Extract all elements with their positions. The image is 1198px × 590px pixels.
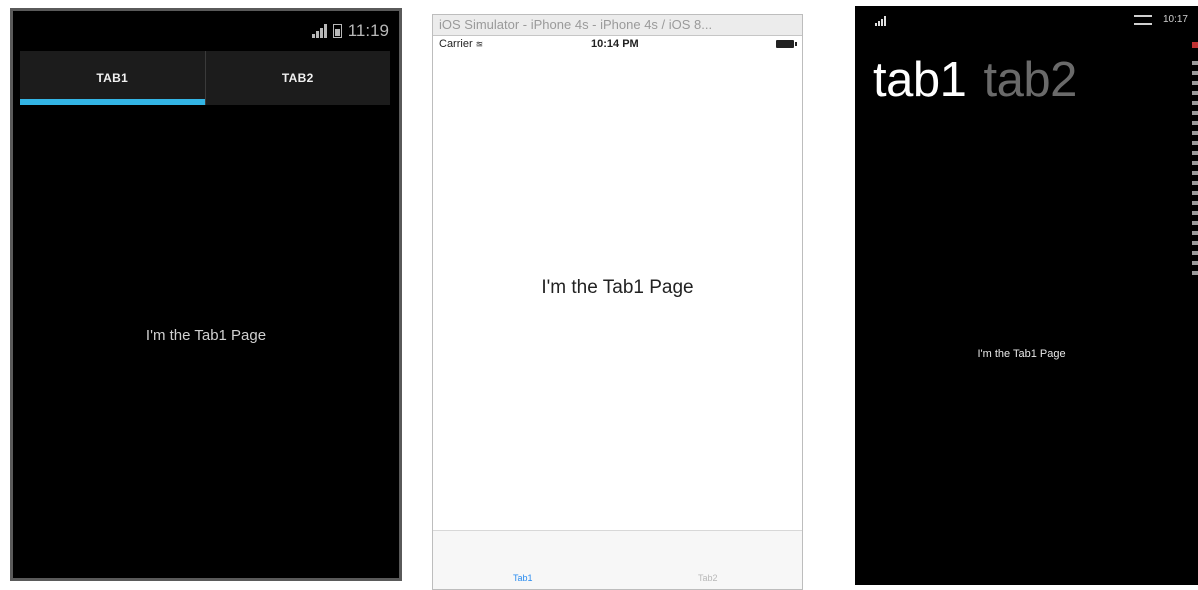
page-content-text: I'm the Tab1 Page bbox=[145, 327, 267, 344]
pivot-tab2[interactable]: tab2 bbox=[984, 53, 1078, 107]
status-time: 10:14 PM bbox=[591, 38, 639, 50]
status-time: 10:17 bbox=[1162, 14, 1188, 25]
signal-icon bbox=[311, 24, 327, 38]
pivot-tab1[interactable]: tab1 bbox=[873, 53, 967, 107]
tab-label: TAB2 bbox=[281, 71, 314, 85]
android-device-frame: 11:19 TAB1 TAB2 I'm the Tab1 Page bbox=[10, 8, 402, 581]
windows-phone-screen: 10:17 tab1 tab2 I'm the Tab1 Page bbox=[855, 6, 1198, 585]
tab-tab2[interactable]: Tab2 bbox=[698, 573, 718, 583]
tab-selected-indicator bbox=[20, 99, 205, 105]
page-content-text: I'm the Tab1 Page bbox=[541, 277, 694, 298]
edge-marker bbox=[1192, 42, 1198, 48]
ios-tab-bar: Tab1 Tab2 bbox=[433, 530, 802, 589]
battery-icon bbox=[332, 24, 342, 38]
ios-status-bar: Carrier ≊ 10:14 PM bbox=[433, 36, 802, 54]
tab-tab1[interactable]: Tab1 bbox=[513, 573, 533, 583]
pivot-header: tab1 tab2 bbox=[873, 56, 1077, 105]
ios-simulator-window: iOS Simulator - iPhone 4s - iPhone 4s / … bbox=[432, 14, 803, 590]
side-scroll-indicator bbox=[1192, 61, 1198, 281]
android-status-bar: 11:19 bbox=[13, 11, 399, 51]
carrier-text: Carrier bbox=[439, 38, 473, 50]
tab-tab1[interactable]: TAB1 bbox=[20, 51, 206, 105]
window-title: iOS Simulator - iPhone 4s - iPhone 4s / … bbox=[433, 15, 802, 36]
wp-status-bar: 10:17 bbox=[855, 6, 1198, 34]
wifi-icon: ≊ bbox=[475, 39, 484, 49]
tab-tab2[interactable]: TAB2 bbox=[206, 51, 391, 105]
status-time: 11:19 bbox=[347, 21, 389, 40]
carrier-label: Carrier ≊ bbox=[439, 38, 483, 50]
wifi-icon bbox=[1134, 15, 1152, 25]
signal-icon bbox=[875, 16, 886, 26]
android-screen: 11:19 TAB1 TAB2 I'm the Tab1 Page bbox=[13, 11, 399, 578]
page-content-text: I'm the Tab1 Page bbox=[977, 348, 1066, 360]
tab-label: TAB1 bbox=[96, 71, 129, 85]
battery-icon bbox=[776, 40, 797, 48]
android-tab-bar: TAB1 TAB2 bbox=[20, 51, 390, 105]
